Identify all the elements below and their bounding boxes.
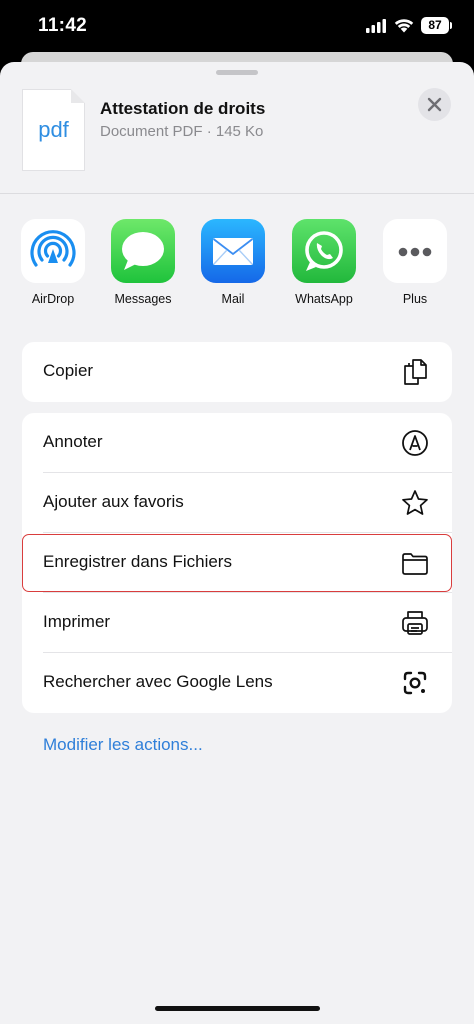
- app-airdrop[interactable]: AirDrop: [21, 219, 87, 309]
- action-label-print: Imprimer: [43, 612, 111, 631]
- whatsapp-icon: [292, 219, 356, 283]
- actions-group-copy: Copier: [22, 342, 452, 402]
- action-print[interactable]: Imprimer: [22, 593, 452, 653]
- document-title: Attestation de droits: [100, 99, 266, 118]
- printer-icon: [402, 611, 428, 635]
- action-add-favorites[interactable]: Ajouter aux favoris: [22, 473, 452, 533]
- app-label-whatsapp: WhatsApp: [295, 292, 353, 306]
- action-label-copy: Copier: [43, 361, 94, 380]
- action-label-save-to-files: Enregistrer dans Fichiers: [43, 552, 232, 571]
- action-label-add-favorites: Ajouter aux favoris: [43, 492, 184, 511]
- sheet-grabber[interactable]: [216, 70, 258, 75]
- action-label-markup: Annoter: [43, 432, 103, 451]
- app-mail[interactable]: Mail: [201, 219, 267, 309]
- document-thumbnail-label: pdf: [38, 117, 69, 142]
- google-lens-icon: [403, 671, 427, 695]
- close-icon: [427, 97, 442, 112]
- document-thumbnail: pdf: [22, 89, 85, 171]
- airdrop-icon: [21, 219, 85, 283]
- app-label-messages: Messages: [114, 292, 172, 306]
- messages-icon: [111, 219, 175, 283]
- close-button[interactable]: [418, 88, 451, 121]
- app-label-mail: Mail: [221, 292, 245, 306]
- action-google-lens[interactable]: Rechercher avec Google Lens: [22, 653, 452, 713]
- edit-actions-link[interactable]: Modifier les actions...: [43, 735, 203, 755]
- battery-tip: [450, 22, 452, 29]
- share-sheet: pdf Attestation de droits Document PDF ·…: [0, 62, 474, 1024]
- action-save-to-files[interactable]: Enregistrer dans Fichiers: [22, 533, 452, 593]
- app-messages[interactable]: Messages: [111, 219, 177, 309]
- status-bar: 11:42 87: [0, 0, 474, 52]
- status-time: 11:42: [38, 15, 88, 36]
- document-subtitle: Document PDF · 145 Ko: [100, 123, 264, 140]
- app-label-airdrop: AirDrop: [31, 292, 75, 306]
- battery-level: 87: [421, 17, 449, 34]
- mail-icon: [201, 219, 265, 283]
- action-markup[interactable]: Annoter: [22, 413, 452, 473]
- home-indicator: [155, 1006, 320, 1011]
- action-label-google-lens: Rechercher avec Google Lens: [43, 672, 273, 691]
- app-label-more: Plus: [402, 292, 428, 306]
- app-whatsapp[interactable]: WhatsApp: [292, 219, 358, 309]
- action-copy[interactable]: Copier: [22, 342, 452, 402]
- copy-icon: [404, 359, 427, 385]
- more-icon: [383, 219, 447, 283]
- actions-group-main: Annoter Ajouter aux favoris Enregistrer …: [22, 413, 452, 713]
- wifi-icon: [394, 19, 414, 33]
- folder-icon: [402, 553, 428, 575]
- header-divider: [0, 193, 474, 194]
- signal-icon: [366, 19, 386, 33]
- star-icon: [402, 490, 428, 515]
- app-more[interactable]: Plus: [383, 219, 449, 309]
- markup-icon: [402, 430, 428, 456]
